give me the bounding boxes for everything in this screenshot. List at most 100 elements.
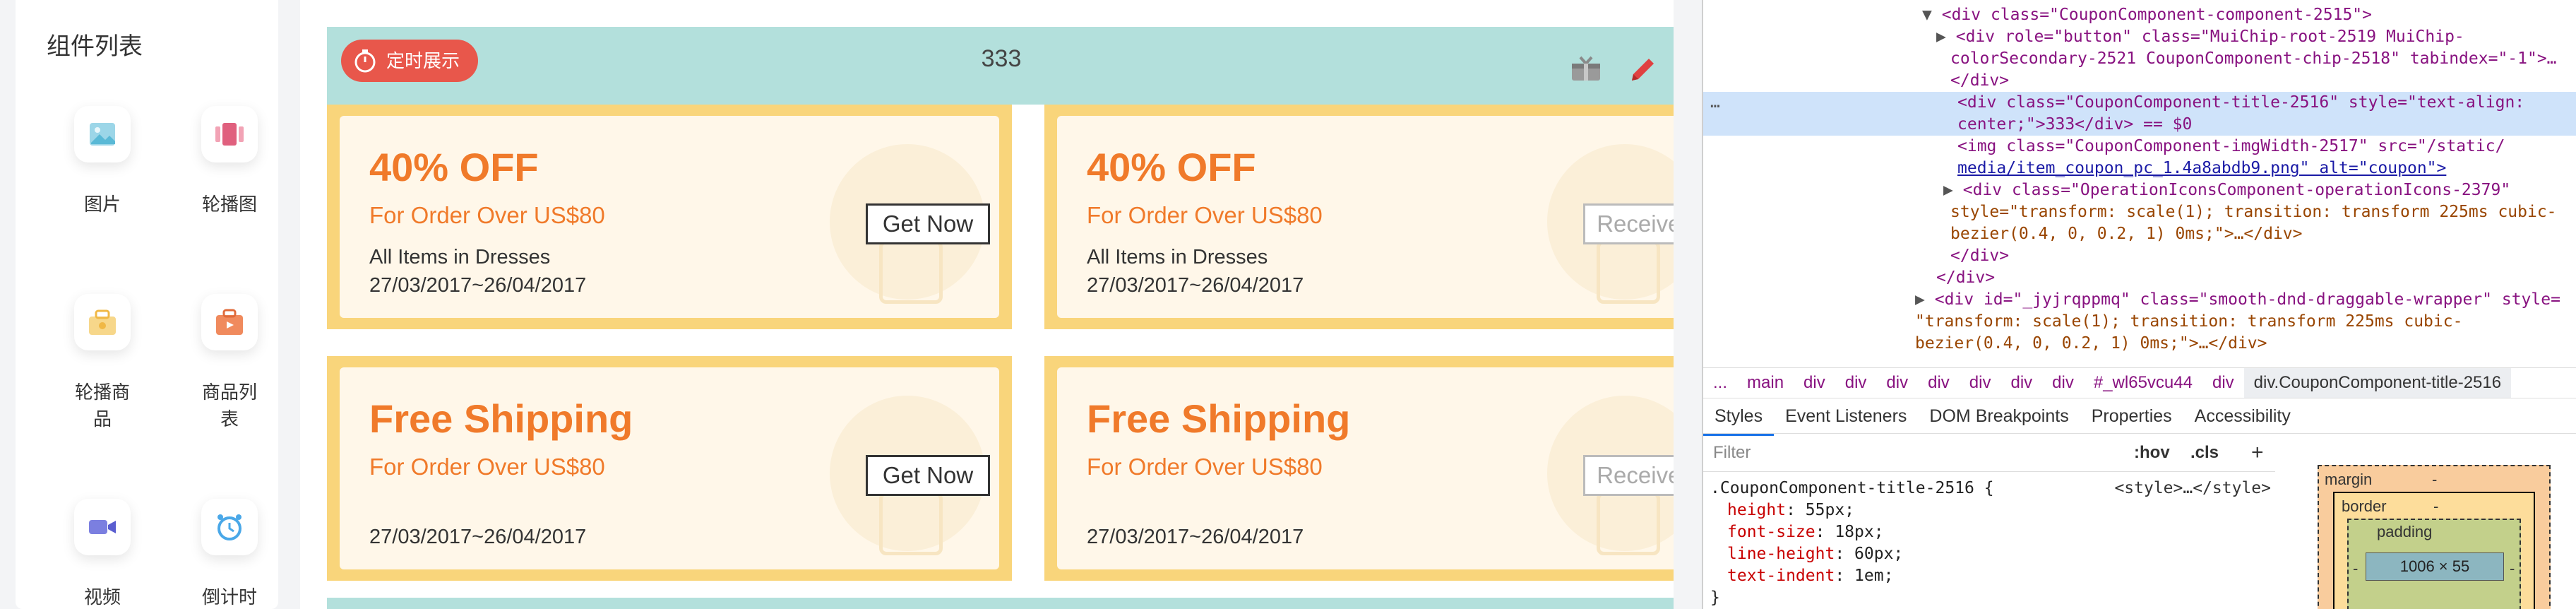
box-model-margin[interactable]: margin - border - padding - 1006 × 55 - [2318,465,2551,609]
css-property: height [1727,501,1787,519]
dom-node-text: <img class="CouponComponent-imgWidth-251… [1957,137,2505,155]
dom-node-close: </div> [1703,70,2576,92]
collapse-triangle-icon[interactable]: ▶ [1943,181,1953,199]
countdown-icon [201,499,258,555]
dom-node-text: <div role="button" class="MuiChip-root-2… [1955,28,2464,46]
editor-canvas: 定时展示 333 40% OFF For Order Over US$80 Al… [300,0,1674,609]
component-item-goods-list[interactable]: 商品列表 [177,294,282,432]
component-item-label: 视频 [83,586,121,608]
dom-node-text: </div> [1950,247,2010,265]
dom-node[interactable]: <img class="CouponComponent-imgWidth-251… [1703,136,2576,158]
css-property: text-indent [1727,567,1835,585]
coupon-card: Free Shipping For Order Over US$80 27/03… [1044,356,1674,581]
gift-outline-icon [1597,240,1660,304]
coupon-card: 40% OFF For Order Over US$80 All Items i… [1044,105,1674,329]
dom-node-close: </div> [1703,245,2576,267]
dom-node-text: <div id="_jyjrqppmq" class="smooth-dnd-d… [1934,290,2560,309]
get-now-button[interactable]: Get Now [866,203,990,244]
breadcrumb-item[interactable]: div [2000,368,2042,398]
edit-icon[interactable] [1628,54,1659,85]
dom-node[interactable]: ▶ <div role="button" class="MuiChip-root… [1703,26,2576,48]
more-dots-icon[interactable]: … [1710,92,1720,114]
coupon-headline: 40% OFF [1087,145,1256,189]
dom-tree[interactable]: ▼ <div class="CouponComponent-component-… [1703,0,2576,367]
box-model-border[interactable]: border - padding - 1006 × 55 - [2333,492,2535,609]
add-rule-icon[interactable]: + [2251,434,2264,472]
breadcrumb-item[interactable]: div [1794,368,1835,398]
css-rule-source[interactable]: <style>…</style> [2114,478,2271,499]
css-declaration[interactable]: height: 55px; [1710,499,2275,521]
breadcrumb-item[interactable]: #_wl65vcu44 [2084,368,2202,398]
dom-node[interactable]: ▶ <div class="OperationIconsComponent-op… [1703,179,2576,201]
received-button[interactable]: Received [1583,203,1674,244]
dom-node-text: bezier(0.4, 0, 0.2, 1) 0ms;">…</div> [1915,334,2267,353]
box-model-margin-value: - [2432,471,2438,488]
tab-styles[interactable]: Styles [1703,398,1775,436]
styles-filter-bar: Filter :hov .cls + [1703,434,2275,472]
gift-outline-icon [1597,492,1660,555]
cls-toggle-button[interactable]: .cls [2190,434,2219,472]
dom-node[interactable]: ▼ <div class="CouponComponent-component-… [1703,4,2576,26]
breadcrumb-item-active[interactable]: div.CouponComponent-title-2516 [2243,368,2512,398]
component-item-carousel-goods[interactable]: 轮播商品 [49,294,155,432]
css-value: 18px; [1835,523,1884,541]
component-panel: 组件列表 图片 轮播图 轮播商品 商品列表 视频 倒计时 [16,0,278,609]
coupon-date: 27/03/2017~26/04/2017 [369,526,587,548]
coupon-scope: All Items in Dresses [369,246,551,268]
dom-node-selected[interactable]: … <div class="CouponComponent-title-2516"… [1703,92,2576,114]
tab-properties[interactable]: Properties [2080,398,2183,434]
dom-node-text[interactable]: media/item_coupon_pc_1.4a8abdb9.png" alt… [1957,159,2446,177]
breadcrumb-item[interactable]: div [1960,368,2001,398]
filter-input[interactable]: Filter [1713,434,1751,472]
breadcrumb-item[interactable]: div [2042,368,2084,398]
css-declaration[interactable]: text-indent: 1em; [1710,565,2275,587]
dom-node-cont: bezier(0.4, 0, 0.2, 1) 0ms;">…</div> [1703,333,2576,355]
coupon-component-header[interactable]: 定时展示 333 [327,27,1674,105]
hov-toggle-button[interactable]: :hov [2134,434,2170,472]
breadcrumb-item[interactable]: div [1835,368,1877,398]
tab-dom-breakpoints[interactable]: DOM Breakpoints [1918,398,2080,434]
collapse-triangle-icon[interactable]: ▶ [1915,290,1925,309]
dom-node-text: style="transform: scale(1); transition: … [1950,203,2557,221]
breadcrumb-item[interactable]: div [1918,368,1960,398]
breadcrumb-item[interactable]: div [1876,368,1918,398]
collapse-triangle-icon[interactable]: ▶ [1936,28,1946,46]
breadcrumb-item[interactable]: main [1737,368,1794,398]
tab-accessibility[interactable]: Accessibility [2183,398,2302,434]
dom-node-cont: bezier(0.4, 0, 0.2, 1) 0ms;">…</div> [1703,223,2576,245]
coupon-grid: 40% OFF For Order Over US$80 All Items i… [327,105,1674,599]
dom-node-cont: colorSecondary-2521 CouponComponent-chip… [1703,48,2576,70]
breadcrumb: ... main div div div div div div div #_wl65vcu44 d… [1703,367,2576,398]
coupon-headline: 40% OFF [369,145,539,189]
component-item-countdown[interactable]: 倒计时 [177,499,282,609]
box-model-padding-label: padding [2377,523,2433,540]
expand-triangle-icon[interactable]: ▼ [1922,6,1932,24]
css-declaration[interactable]: line-height: 60px; [1710,543,2275,565]
box-model-border-value: - [2433,497,2439,515]
dom-node-text: <div class="OperationIconsComponent-oper… [1962,181,2511,199]
gift-icon[interactable] [1570,55,1602,82]
component-item-label: 倒计时 [201,586,257,608]
component-item-label: 图片 [83,194,121,215]
coupon-headline: Free Shipping [369,396,633,441]
component-item-video[interactable]: 视频 [49,499,155,609]
dom-node-cont: media/item_coupon_pc_1.4a8abdb9.png" alt… [1703,158,2576,179]
box-model-content[interactable]: 1006 × 55 [2366,552,2504,581]
component-item-carousel[interactable]: 轮播图 [177,106,282,218]
breadcrumb-item[interactable]: ... [1703,368,1737,398]
carousel-icon [201,106,258,162]
box-model-padding[interactable]: padding - 1006 × 55 - [2347,519,2521,609]
dom-node-cont: style="transform: scale(1); transition: … [1703,201,2576,223]
dom-node-text: <div class="CouponComponent-component-25… [1941,6,2372,24]
editor-area: 组件列表 图片 轮播图 轮播商品 商品列表 视频 倒计时 定时展示 333 40… [0,0,1702,609]
dom-node[interactable]: ▶ <div id="_jyjrqppmq" class="smooth-dnd… [1703,289,2576,311]
received-button[interactable]: Received [1583,455,1674,496]
css-declaration[interactable]: font-size: 18px; [1710,521,2275,543]
get-now-button[interactable]: Get Now [866,455,990,496]
coupon-date: 27/03/2017~26/04/2017 [1087,274,1304,297]
tab-event-listeners[interactable]: Event Listeners [1774,398,1918,434]
dom-node-cont: "transform: scale(1); transition: transf… [1703,311,2576,333]
component-item-image[interactable]: 图片 [49,106,155,218]
breadcrumb-item[interactable]: div [2202,368,2244,398]
coupon-card-inner: Free Shipping For Order Over US$80 27/03… [340,367,999,569]
